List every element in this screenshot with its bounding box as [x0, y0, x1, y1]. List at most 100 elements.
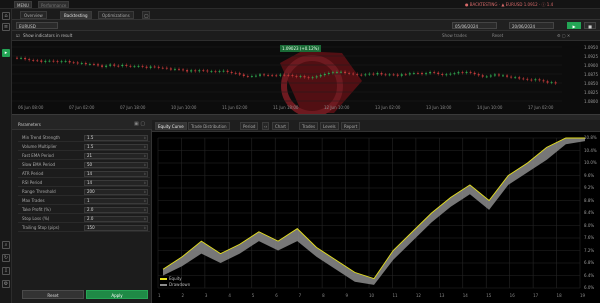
candle-body	[372, 73, 375, 75]
candle-body	[311, 77, 314, 79]
tab-optimizations[interactable]: Optimizations	[98, 11, 134, 19]
tab-equity-curve[interactable]: Equity Curve	[155, 122, 187, 130]
candle-body	[493, 74, 496, 76]
equity-y-tick: 8.8%	[584, 197, 595, 203]
equity-x-tick: 6	[275, 293, 278, 298]
add-tab-icon[interactable]: ◯	[142, 11, 151, 19]
candle-body	[429, 72, 432, 74]
chart-settings-icon[interactable]: ⚙ ▢ ✕	[557, 31, 570, 41]
candle-body	[554, 82, 557, 84]
param-value-input[interactable]: 2.0 ⇕	[84, 216, 148, 222]
param-value-input[interactable]: 150 ⇕	[84, 225, 148, 231]
date-to-input[interactable]: 20/06/2024	[509, 22, 554, 29]
tab-overview[interactable]: Overview	[20, 11, 47, 19]
candle-body	[202, 70, 205, 72]
symbol-select[interactable]: EURUSD	[16, 22, 58, 29]
param-row: Stop Loss (%) 2.0 ⇕	[18, 215, 150, 223]
spinner-icon[interactable]: ⇕	[143, 172, 146, 176]
legend-drawdown-label: Drawdown	[169, 282, 191, 287]
performance-button[interactable]: Performance	[38, 1, 70, 8]
apply-button[interactable]: Apply	[86, 290, 148, 299]
candle-body	[364, 74, 367, 76]
tab-levels[interactable]: Levels	[320, 122, 339, 130]
equity-y-tick: 10.4%	[584, 147, 597, 153]
param-value-input[interactable]: 50 ⇕	[84, 162, 148, 168]
spinner-icon[interactable]: ⇕	[143, 181, 146, 185]
show-trades-toggle[interactable]: Show trades	[442, 31, 467, 41]
menu-button[interactable]: MENU	[14, 1, 32, 8]
candle-body	[238, 73, 241, 75]
param-value-text: 1	[87, 198, 90, 203]
spinner-icon[interactable]: ⇕	[143, 145, 146, 149]
backtest-icon[interactable]: ▸	[2, 49, 10, 57]
candle-body	[469, 71, 472, 73]
param-value-text: 21	[87, 153, 93, 158]
candle-body	[60, 61, 63, 63]
tab-period-nav-icon[interactable]: ‹›	[262, 122, 270, 130]
price-y-tick: 1.0825	[584, 90, 598, 95]
param-value-input[interactable]: 1.5 ⇕	[84, 135, 148, 141]
spinner-icon[interactable]: ⇕	[143, 226, 146, 230]
tab-backtesting[interactable]: Backtesting	[60, 11, 92, 19]
param-value-input[interactable]: 14 ⇕	[84, 171, 148, 177]
list-icon[interactable]: ≡	[2, 23, 10, 31]
spinner-icon[interactable]: ⇕	[143, 208, 146, 212]
candle-body	[52, 60, 55, 62]
candle-body	[352, 73, 355, 75]
reset-button[interactable]: Reset	[22, 290, 84, 299]
equity-x-tick: 10	[369, 293, 375, 298]
spinner-icon[interactable]: ⇕	[143, 190, 146, 194]
candle-body	[56, 61, 59, 63]
param-value-text: 14	[87, 171, 93, 176]
candle-body	[40, 60, 43, 62]
spinner-icon[interactable]: ⇕	[143, 199, 146, 203]
tab-trade-distribution[interactable]: Trade Distribution	[188, 122, 230, 130]
tab-chart[interactable]: Chart	[272, 122, 289, 130]
param-value-input[interactable]: 200 ⇕	[84, 189, 148, 195]
settings-icon[interactable]: ⚙	[2, 280, 10, 288]
parameters-header: Parameters ▣ ▢	[12, 120, 152, 130]
param-value-input[interactable]: 2.0 ⇕	[84, 207, 148, 213]
equity-chart[interactable]: 10.8% 10.4% 10.0% 9.6% 9.2% 8.8% 8.4% 8.0% 7.6% 7…	[152, 132, 600, 303]
candle-body	[433, 72, 436, 73]
candle-body	[388, 74, 391, 76]
export-icon[interactable]: ⇩	[2, 267, 10, 275]
param-value-input[interactable]: 14 ⇕	[84, 180, 148, 186]
tab-trades[interactable]: Trades	[299, 122, 319, 130]
candle-body	[88, 64, 91, 65]
param-value-input[interactable]: 1 ⇕	[84, 198, 148, 204]
param-value-input[interactable]: 21 ⇕	[84, 153, 148, 159]
equity-y-tick: 9.6%	[584, 172, 595, 178]
candle-body	[550, 82, 553, 84]
candle-body	[263, 74, 266, 76]
stop-button[interactable]: ■	[584, 22, 596, 29]
show-indicators-checkbox[interactable]: ☑	[16, 31, 20, 41]
home-icon[interactable]: ⌂	[2, 12, 10, 20]
price-chart[interactable]: 1.09023 (+0.12%) 1.0950 1.0925 1.0900 1.087…	[12, 41, 600, 114]
candle-body	[72, 62, 75, 64]
candle-body	[198, 70, 201, 72]
spinner-icon[interactable]: ⇕	[143, 217, 146, 221]
spinner-icon[interactable]: ⇕	[143, 163, 146, 167]
left-toolbar: ⌂ ≡ ▸ ⌕ ↻ ⇩ ⚙	[0, 9, 12, 303]
panel-options-icon[interactable]: ▣ ▢	[134, 121, 145, 127]
zoom-icon[interactable]: ⌕	[2, 241, 10, 249]
reset-view-button[interactable]: Reset	[492, 31, 503, 41]
price-y-tick: 1.0875	[584, 72, 598, 77]
date-from-input[interactable]: 05/06/2024	[452, 22, 497, 29]
param-row: Max Trades 1 ⇕	[18, 197, 150, 205]
candle-body	[457, 72, 460, 74]
tab-report[interactable]: Report	[341, 122, 361, 130]
candle-body	[437, 72, 440, 75]
spinner-icon[interactable]: ⇕	[143, 136, 146, 140]
candle-body	[416, 73, 419, 74]
run-button[interactable]: ▶	[567, 22, 581, 29]
price-x-tick: 13 Jun 02:00	[375, 105, 401, 110]
refresh-icon[interactable]: ↻	[2, 254, 10, 262]
equity-y-tick: 6.0%	[584, 285, 595, 290]
tab-period[interactable]: Period	[240, 122, 259, 130]
candle-body	[376, 73, 379, 75]
spinner-icon[interactable]: ⇕	[143, 154, 146, 158]
param-value-input[interactable]: 1.5 ⇕	[84, 144, 148, 150]
equity-x-tick: 8	[322, 293, 325, 298]
